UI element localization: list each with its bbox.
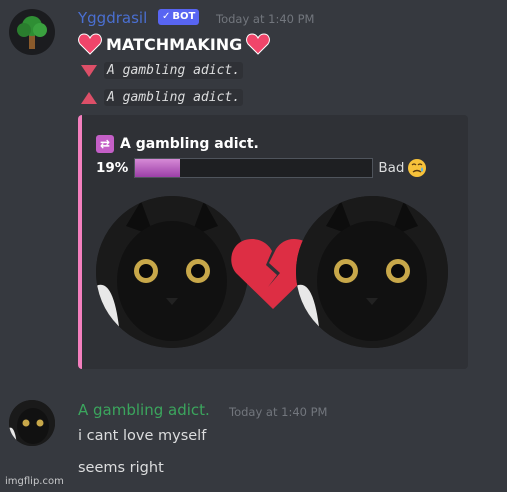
match-embed: ⇄ A gambling adict. 19% Bad <box>78 115 468 369</box>
triangle-up-icon <box>81 91 97 104</box>
line-down-text: A gambling adict. <box>104 62 244 79</box>
user-avatar[interactable] <box>9 400 55 446</box>
message-line: seems right <box>78 460 164 476</box>
watermark: imgflip.com <box>5 476 64 487</box>
tree-icon <box>17 16 47 49</box>
left-cat-avatar <box>96 196 248 348</box>
percent-label: 19% <box>96 160 129 176</box>
black-cat-image <box>96 196 248 348</box>
bot-timestamp: Today at 1:40 PM <box>216 12 315 26</box>
verdict-label: Bad <box>378 160 405 176</box>
compatibility-row: 19% Bad <box>96 158 427 178</box>
line-up: A gambling adict. <box>80 89 244 106</box>
shuffle-icon: ⇄ <box>96 135 114 153</box>
user-username[interactable]: A gambling adict. <box>78 401 210 419</box>
line-down: A gambling adict. <box>80 62 244 79</box>
title-text: MATCHMAKING <box>106 34 243 54</box>
compatibility-bar-fill <box>135 159 181 177</box>
embed-title-text: A gambling adict. <box>120 136 259 152</box>
bot-username[interactable]: Yggdrasil <box>78 9 147 27</box>
user-timestamp: Today at 1:40 PM <box>229 405 328 419</box>
heart-icon <box>246 33 271 55</box>
line-up-text: A gambling adict. <box>104 89 244 106</box>
embed-accent-bar <box>78 115 82 369</box>
black-cat-image <box>296 196 448 348</box>
bot-tag-label: BOT <box>172 11 196 22</box>
compatibility-bar <box>134 158 374 178</box>
bot-tag: ✓ BOT <box>158 9 200 25</box>
bot-avatar[interactable] <box>9 9 55 55</box>
embed-title: ⇄ A gambling adict. <box>96 135 259 153</box>
matchmaking-title: MATCHMAKING <box>78 33 271 55</box>
black-cat-image <box>9 400 55 446</box>
crying-face-icon <box>407 158 427 178</box>
right-cat-avatar <box>296 196 448 348</box>
message-line: i cant love myself <box>78 428 207 444</box>
check-icon: ✓ <box>162 11 171 22</box>
heart-icon <box>78 33 102 55</box>
triangle-down-icon <box>81 64 97 77</box>
